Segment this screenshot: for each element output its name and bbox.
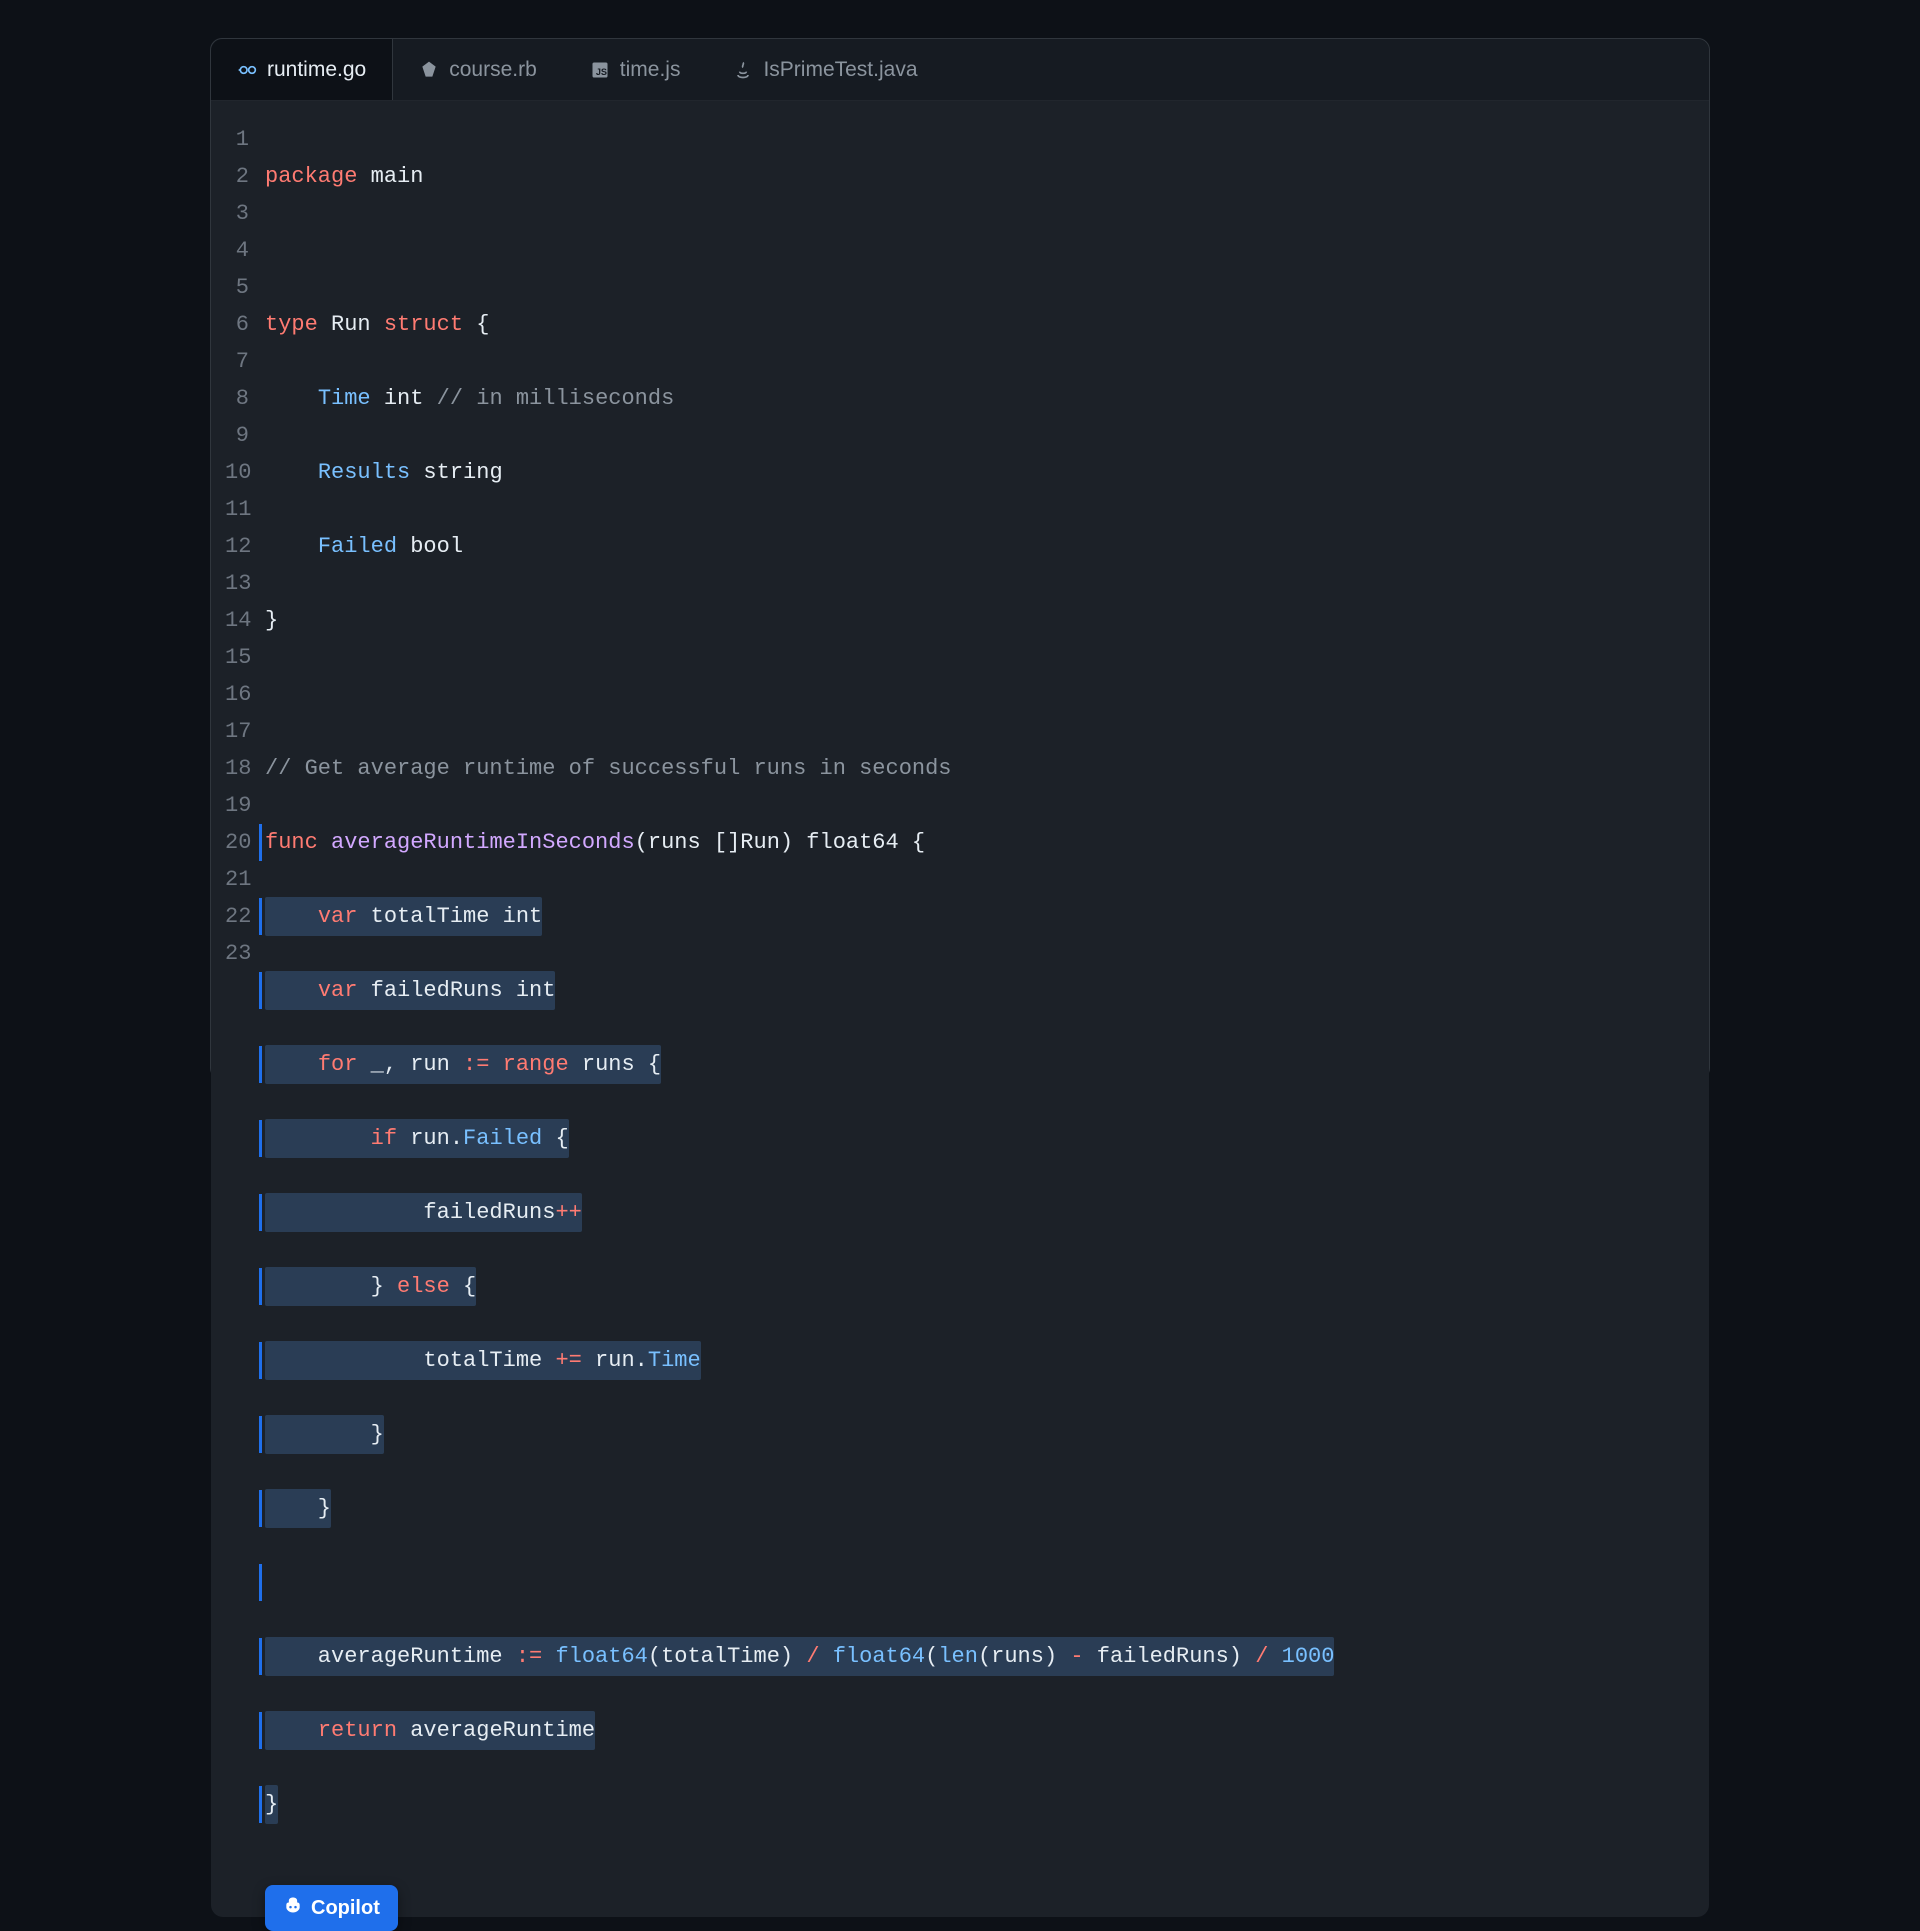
code-line: totalTime += run.Time <box>265 1342 1689 1379</box>
code-line: } <box>265 1490 1689 1527</box>
code-line: } else { <box>265 1268 1689 1305</box>
tab-runtime-go[interactable]: runtime.go <box>211 39 393 100</box>
code-line: } <box>265 602 1689 639</box>
code-line <box>265 1564 1689 1601</box>
tab-label: IsPrimeTest.java <box>763 58 917 82</box>
ruby-icon <box>419 60 439 80</box>
code-line: for _, run := range runs { <box>265 1046 1689 1083</box>
code-line: var totalTime int <box>265 898 1689 935</box>
code-line: } <box>265 1786 1689 1823</box>
code-line: failedRuns++ <box>265 1194 1689 1231</box>
code-line <box>265 676 1689 713</box>
code-line <box>265 232 1689 269</box>
tab-label: course.rb <box>449 58 537 82</box>
tab-time-js[interactable]: JS time.js <box>564 39 708 100</box>
code-line: Results string <box>265 454 1689 491</box>
copilot-icon <box>283 1895 303 1921</box>
code-line: } <box>265 1416 1689 1453</box>
editor-window: runtime.go course.rb JS time.js IsPrimeT… <box>210 38 1710 1080</box>
code-line: func averageRuntimeInSeconds(runs []Run)… <box>265 824 1689 861</box>
tab-isprimetest-java[interactable]: IsPrimeTest.java <box>707 39 944 100</box>
copilot-badge-label: Copilot <box>311 1897 380 1920</box>
line-number-gutter: 1234567891011121314151617181920212223 <box>211 101 255 1917</box>
java-icon <box>733 60 753 80</box>
code-line: type Run struct { <box>265 306 1689 343</box>
code-line: package main <box>265 158 1689 195</box>
code-line: Failed bool <box>265 528 1689 565</box>
go-icon <box>237 60 257 80</box>
tab-course-rb[interactable]: course.rb <box>393 39 564 100</box>
code-line: return averageRuntime <box>265 1712 1689 1749</box>
svg-text:JS: JS <box>596 67 607 77</box>
code-area[interactable]: 1234567891011121314151617181920212223 pa… <box>211 101 1709 1917</box>
code-line: var failedRuns int <box>265 972 1689 1009</box>
js-icon: JS <box>590 60 610 80</box>
copilot-badge[interactable]: Copilot <box>265 1885 398 1931</box>
tab-bar: runtime.go course.rb JS time.js IsPrimeT… <box>211 39 1709 101</box>
tab-label: time.js <box>620 58 681 82</box>
code-line: // Get average runtime of successful run… <box>265 750 1689 787</box>
code-line: Time int // in milliseconds <box>265 380 1689 417</box>
code-line: if run.Failed { <box>265 1120 1689 1157</box>
tab-label: runtime.go <box>267 58 366 82</box>
code-line: averageRuntime := float64(totalTime) / f… <box>265 1638 1689 1675</box>
code-content[interactable]: package main type Run struct { Time int … <box>255 101 1709 1917</box>
